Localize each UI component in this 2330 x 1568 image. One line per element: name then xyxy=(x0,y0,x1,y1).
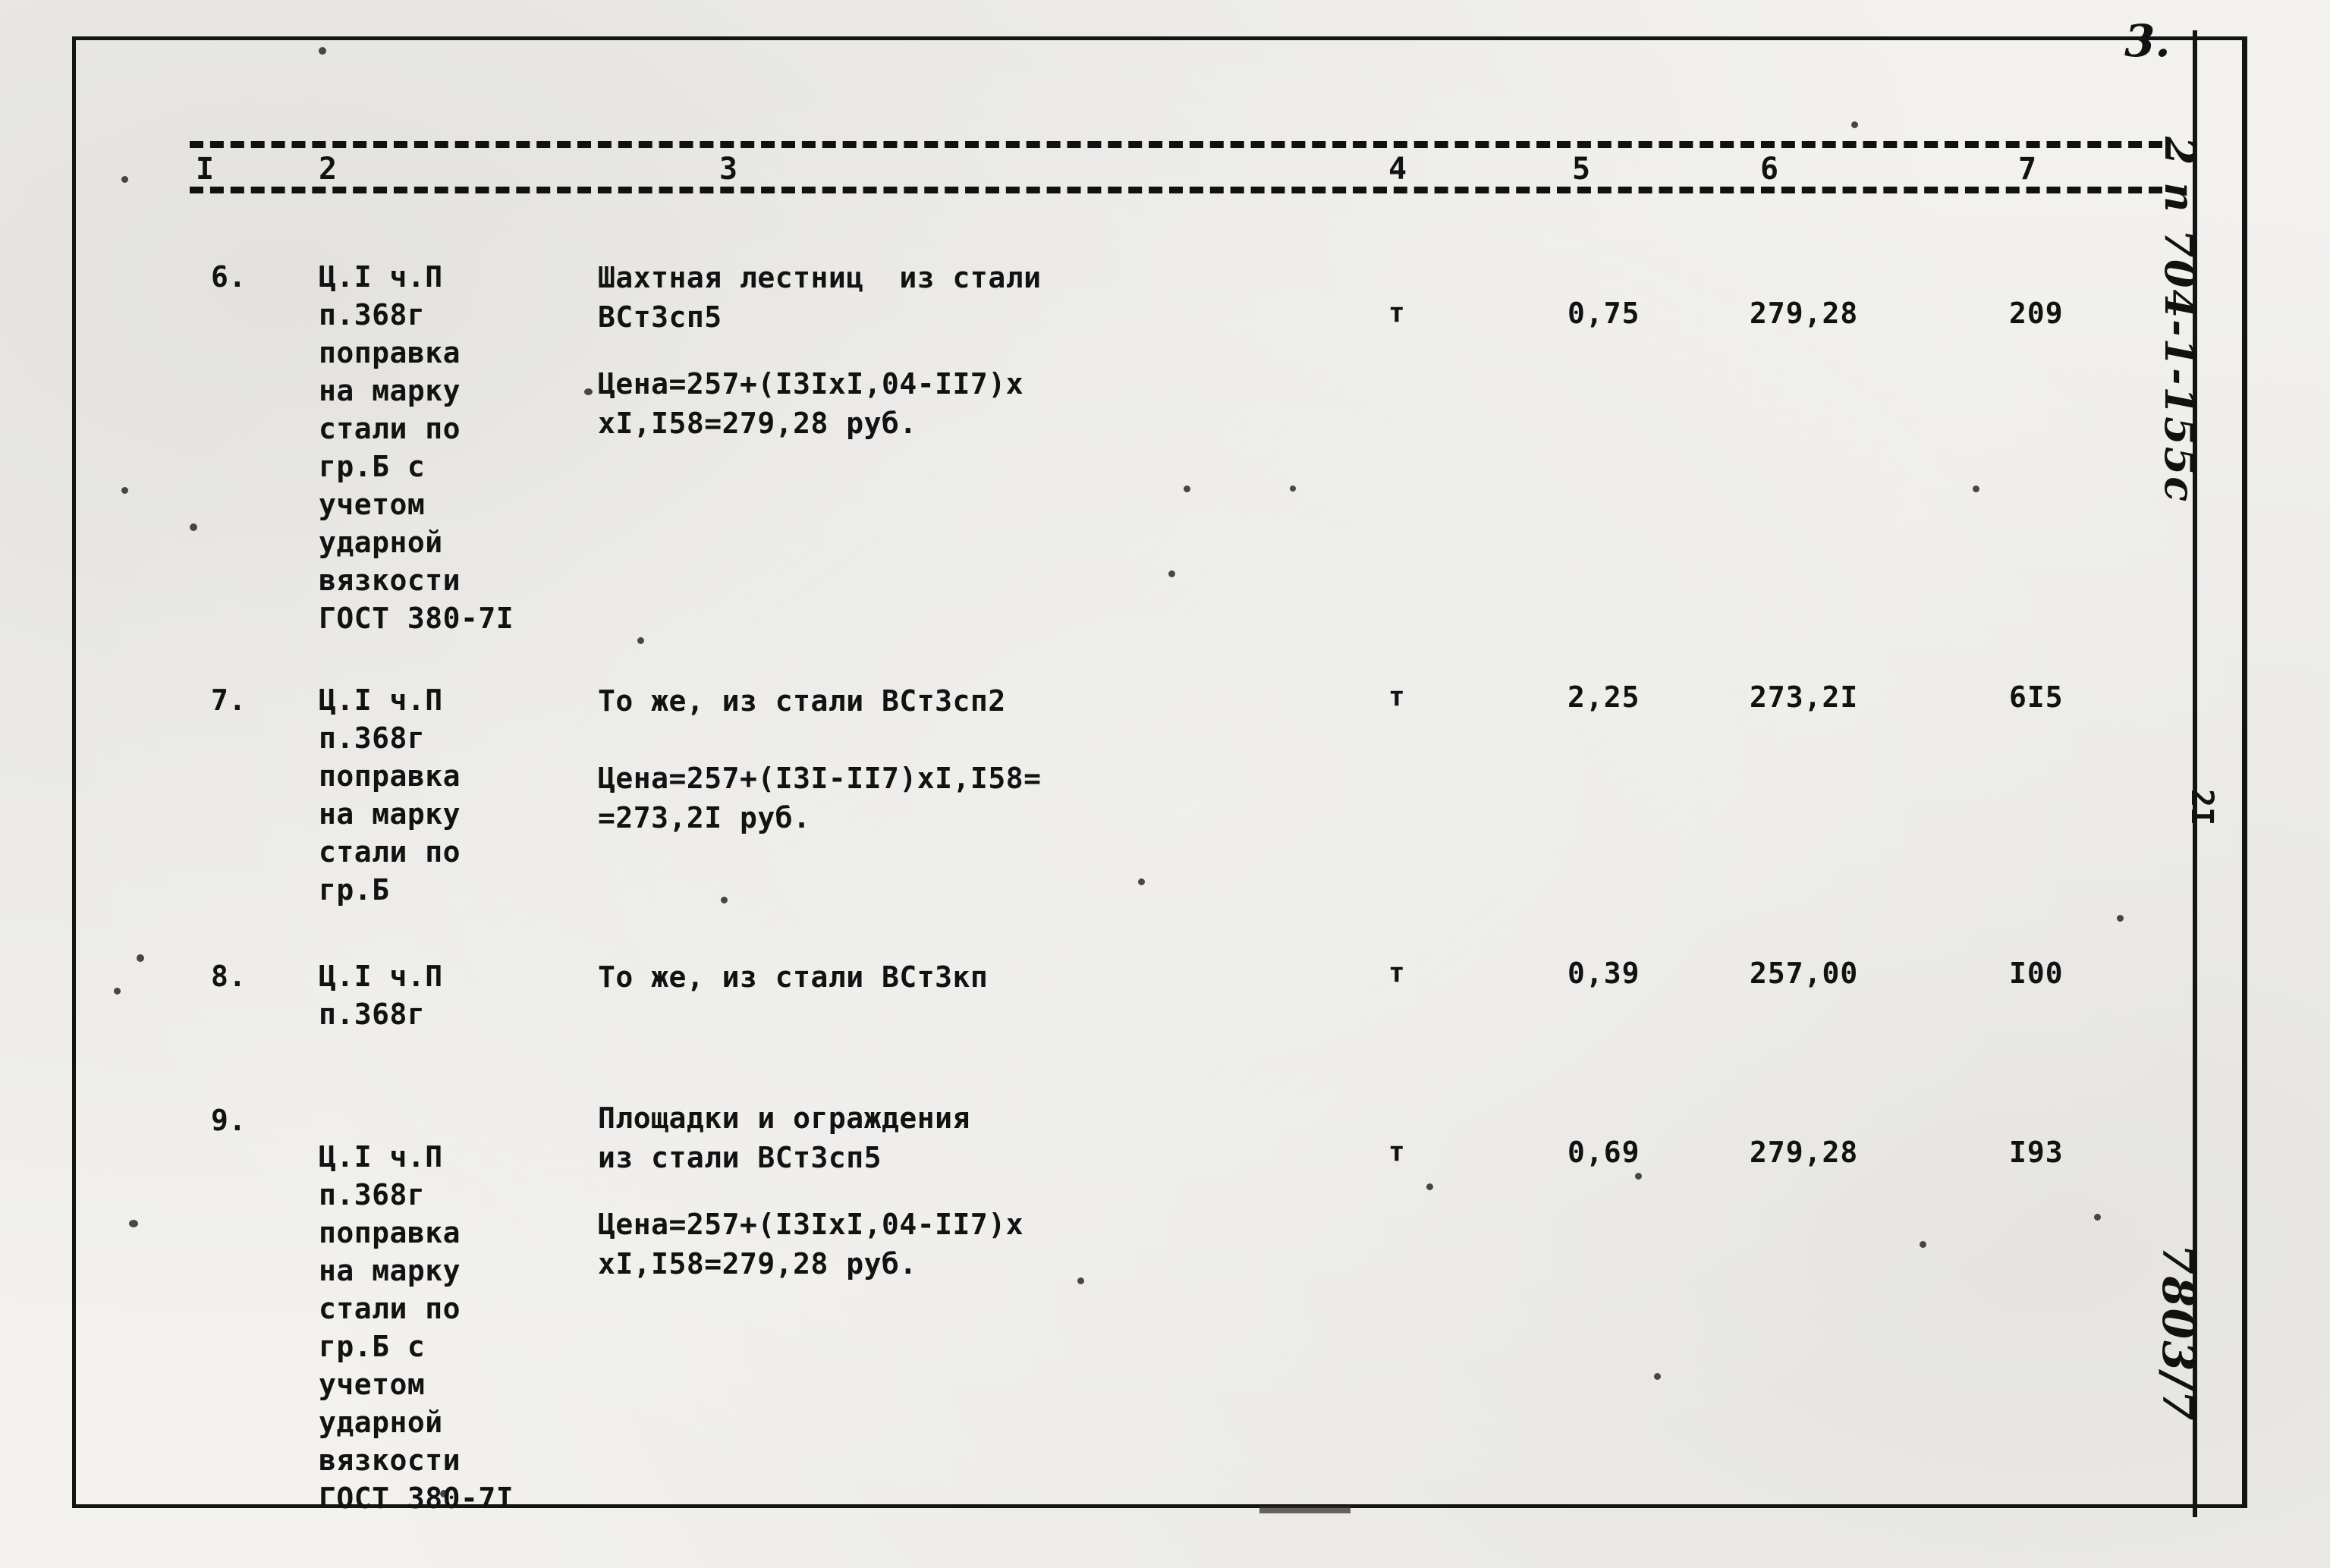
scan-speck xyxy=(637,637,644,644)
row-description: То же, из стали ВСт3кп xyxy=(598,960,989,994)
scan-speck xyxy=(129,1220,138,1227)
scan-speck xyxy=(1168,570,1175,577)
row-unit: т xyxy=(1388,1136,1406,1167)
margin-handwritten-doc-number: 7803/7 xyxy=(2152,1244,2204,1422)
table-header-bottom-rule xyxy=(190,187,2162,193)
scan-speck xyxy=(1138,878,1145,885)
row-description: Шахтная лестниц из стали ВСт3сп5 xyxy=(598,261,1042,334)
row-unit: т xyxy=(1388,681,1406,712)
column-header-5: 5 xyxy=(1572,152,1591,187)
column-header-3: 3 xyxy=(719,152,738,187)
row-price: 279,28 xyxy=(1750,297,1859,330)
scan-speck xyxy=(1851,121,1858,128)
scanned-document-page: 3. I 2 3 4 5 6 7 6. Ц.I ч.П п.368г попра… xyxy=(0,0,2330,1568)
scan-speck xyxy=(190,523,197,531)
scan-speck xyxy=(1973,485,1979,492)
row-formula: Цена=257+(I3IxI,04-II7)x xI,I58=279,28 р… xyxy=(598,367,1024,440)
row-formula: Цена=257+(I3IxI,04-II7)x xI,I58=279,28 р… xyxy=(598,1208,1024,1280)
table-row: 8. xyxy=(211,960,247,993)
column-header-7: 7 xyxy=(2018,152,2037,187)
sheet-marker: 3. xyxy=(2124,15,2171,67)
row-total: 6I5 xyxy=(2009,680,2064,714)
scan-speck xyxy=(137,954,144,962)
scan-speck xyxy=(1290,485,1296,492)
row-quantity: 0,39 xyxy=(1567,957,1640,990)
table-row: 6. xyxy=(211,260,247,294)
row-price: 273,2I xyxy=(1750,680,1859,714)
row-unit: т xyxy=(1388,297,1406,328)
row-reference-code: Ц.I ч.П п.368г поправка на марку стали п… xyxy=(319,260,514,635)
row-total: I00 xyxy=(2009,957,2064,990)
column-header-2: 2 xyxy=(319,152,338,187)
row-reference-code: Ц.I ч.П п.368г поправка на марку стали п… xyxy=(319,683,461,907)
column-header-4: 4 xyxy=(1388,152,1407,187)
scan-speck xyxy=(2094,1214,2101,1221)
scan-speck xyxy=(319,47,326,55)
scan-speck xyxy=(1426,1183,1433,1190)
row-total: I93 xyxy=(2009,1136,2064,1169)
column-header-6: 6 xyxy=(1760,152,1779,187)
scan-speck xyxy=(114,988,121,995)
scan-edge-smudge xyxy=(1259,1506,1351,1513)
row-description: То же, из стали ВСт3сп2 xyxy=(598,684,1006,718)
column-header-1: I xyxy=(196,152,215,187)
table-row: 9. xyxy=(211,1104,247,1137)
row-unit: т xyxy=(1388,957,1406,988)
scan-speck xyxy=(1077,1277,1084,1284)
scan-speck xyxy=(1184,485,1190,492)
scan-speck xyxy=(1920,1241,1926,1248)
row-price: 279,28 xyxy=(1750,1136,1859,1169)
scan-speck xyxy=(121,176,128,183)
scan-speck xyxy=(1654,1373,1661,1380)
table-row: 7. xyxy=(211,683,247,717)
scan-speck xyxy=(1635,1173,1642,1180)
table-header-top-rule xyxy=(190,141,2162,148)
scan-speck xyxy=(2117,915,2124,922)
scan-speck xyxy=(721,897,728,903)
margin-handwritten-code: 2 п 704-1-155с xyxy=(2155,137,2204,504)
row-quantity: 0,69 xyxy=(1567,1136,1640,1169)
row-quantity: 0,75 xyxy=(1567,297,1640,330)
row-total: 209 xyxy=(2009,297,2064,330)
row-price: 257,00 xyxy=(1750,957,1859,990)
row-reference-code: Ц.I ч.П п.368г xyxy=(319,960,443,1031)
scan-speck xyxy=(121,487,128,494)
row-quantity: 2,25 xyxy=(1567,680,1640,714)
row-description: Площадки и ограждения из стали ВСт3сп5 xyxy=(598,1101,970,1174)
row-reference-code: Ц.I ч.П п.368г поправка на марку стали п… xyxy=(319,1140,514,1515)
scan-speck xyxy=(584,388,593,395)
row-formula: Цена=257+(I3I-II7)xI,I58= =273,2I руб. xyxy=(598,762,1042,834)
page-number: 2I xyxy=(2184,789,2219,826)
